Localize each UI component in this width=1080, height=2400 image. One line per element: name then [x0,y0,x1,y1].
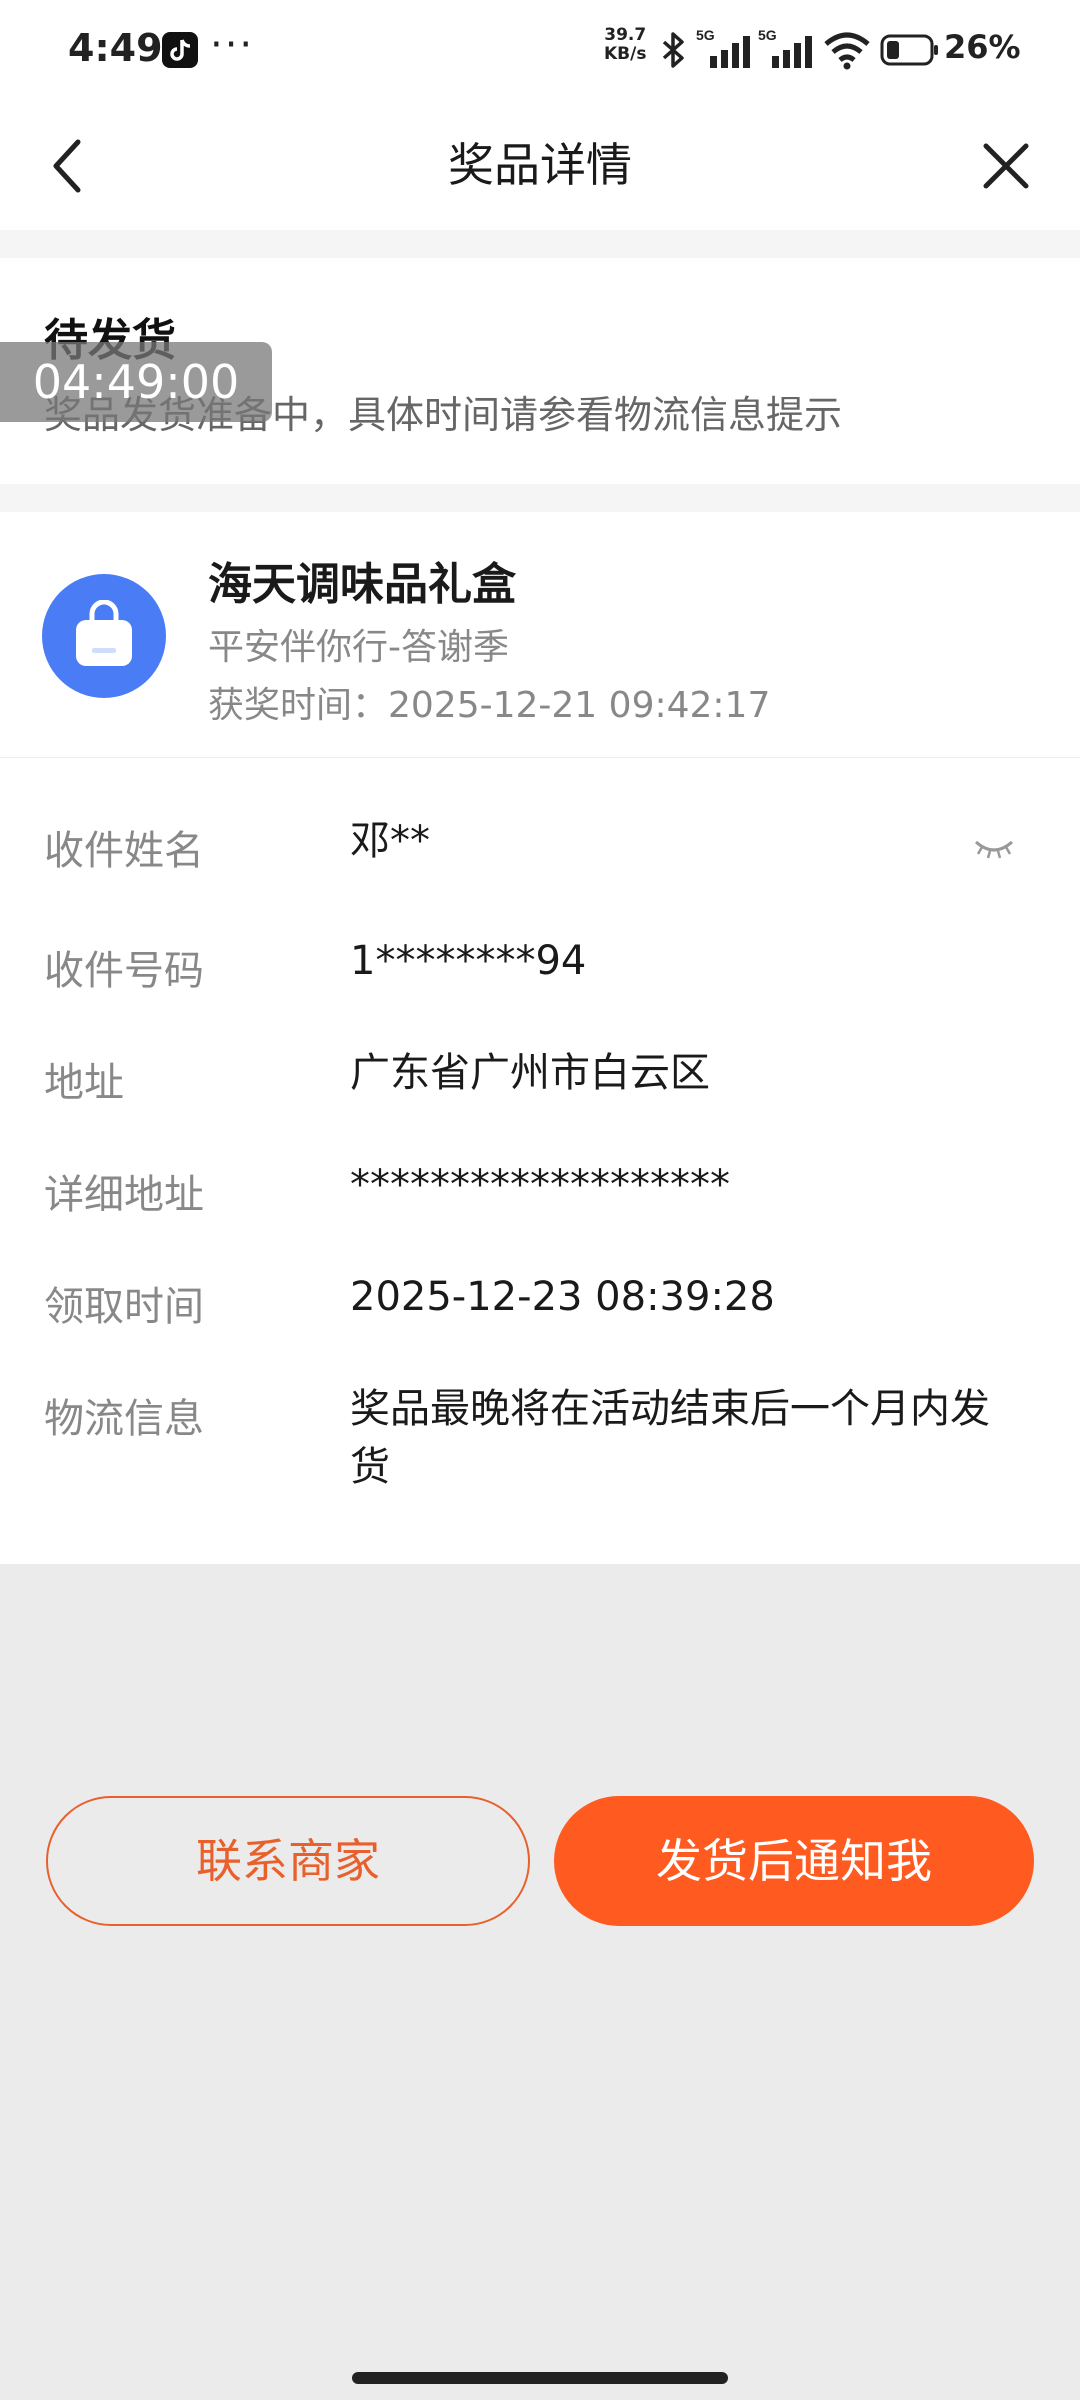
info-value-logistics: 奖品最晚将在活动结束后一个月内发货 [350,1386,990,1490]
divider [0,230,1080,258]
battery-icon [880,34,938,66]
eye-closed-icon[interactable] [974,836,1014,862]
gift-bag-icon [42,574,166,698]
back-icon[interactable] [44,136,92,196]
info-label-address: 地址 [44,1060,124,1106]
info-label-logistics: 物流信息 [44,1396,204,1442]
prize-card: 海天调味品礼盒 平安伴你行-答谢季 获奖时间：2025-12-21 09:42:… [0,512,1080,758]
svg-text:5G: 5G [758,27,777,43]
home-indicator[interactable] [352,2372,728,2384]
status-time: 4:49 [68,26,163,70]
more-icon: ··· [210,22,255,68]
nav-bar: 奖品详情 [0,100,1080,230]
notify-on-ship-button[interactable]: 发货后通知我 [554,1796,1034,1926]
info-label-phone: 收件号码 [44,948,204,994]
timer-overlay: 04:49:00 [0,342,272,422]
info-value-detail-address: ******************* [350,1162,730,1208]
network-speed: 39.7 KB/s [604,26,646,64]
tiktok-icon [162,32,198,68]
network-speed-unit: KB/s [604,44,647,64]
svg-text:5G: 5G [696,27,715,43]
info-label-detail-address: 详细地址 [44,1172,204,1218]
network-speed-value: 39.7 [604,25,647,45]
signal-5g-icon: 5G [696,27,750,68]
info-value-phone: 1********94 [350,938,587,984]
page-title: 奖品详情 [448,138,632,192]
divider [0,484,1080,512]
info-label-name: 收件姓名 [44,828,204,874]
prize-name: 海天调味品礼盒 [208,559,516,610]
signal-5g-icon: 5G [758,27,812,68]
bluetooth-icon [662,32,684,68]
status-bar: 4:49 ··· 39.7 KB/s 5G 5G 26% [0,0,1080,100]
prize-activity: 平安伴你行-答谢季 [208,627,509,668]
recipient-info-section: 收件姓名 邓** 收件号码 1********94 地址 广东省广州市白云区 详… [0,758,1080,1564]
close-icon[interactable] [980,140,1032,192]
info-value-address: 广东省广州市白云区 [350,1050,710,1096]
info-value-claim-time: 2025-12-23 08:39:28 [350,1274,775,1320]
info-label-claim-time: 领取时间 [44,1284,204,1330]
prize-win-time: 获奖时间：2025-12-21 09:42:17 [208,685,771,726]
contact-merchant-button[interactable]: 联系商家 [46,1796,530,1926]
battery-percentage: 26% [944,28,1021,66]
wifi-icon [824,32,870,70]
info-value-name: 邓** [350,818,430,864]
